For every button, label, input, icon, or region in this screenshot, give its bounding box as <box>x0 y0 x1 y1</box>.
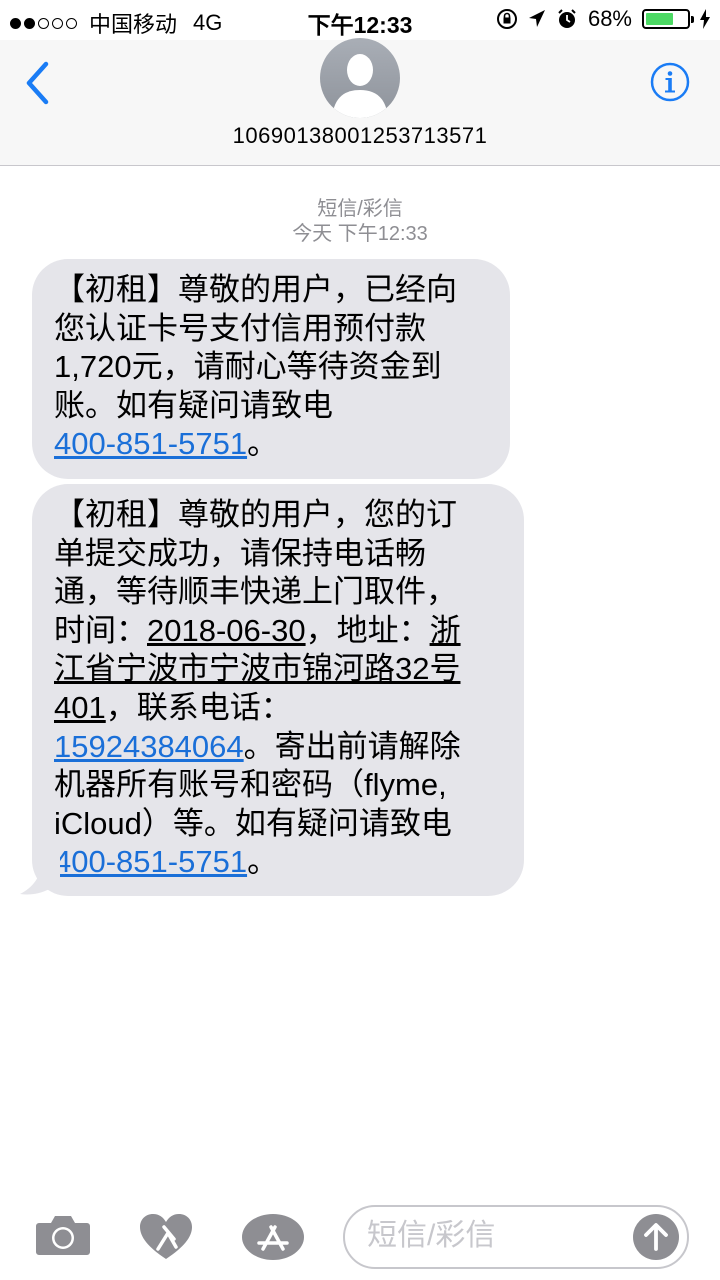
alarm-icon <box>558 9 576 28</box>
message-line: 账。如有疑问请致电 <box>54 387 333 423</box>
message-line: 单提交成功，请保持电话畅 <box>54 535 426 571</box>
app-store-button[interactable] <box>241 1213 304 1260</box>
message-line: 401，联系电话： <box>54 689 504 728</box>
message-input[interactable] <box>367 1219 617 1253</box>
battery-icon <box>642 9 694 29</box>
phone-link[interactable]: 400-851-5751 <box>54 844 247 879</box>
message-text: 。 <box>247 426 279 462</box>
address-link[interactable]: 江省宁波市宁波市锦河路32号 <box>54 651 460 686</box>
contact-avatar[interactable] <box>320 38 400 118</box>
message-line: 【初租】尊敬的用户，您的订 <box>54 497 457 532</box>
message-line: 时间：2018-06-30，地址：浙 <box>54 612 504 651</box>
address-link[interactable]: 401 <box>54 690 106 725</box>
phone-link[interactable]: 400-851-5751 <box>54 426 247 461</box>
back-button[interactable] <box>18 58 58 108</box>
date-link[interactable]: 2018-06-30 <box>147 613 306 648</box>
message-line: 通，等待顺丰快递上门取件， <box>54 574 457 610</box>
status-bar-right: 68% <box>496 6 710 32</box>
message-line: 江省宁波市宁波市锦河路32号 <box>54 650 504 689</box>
info-icon <box>650 62 690 102</box>
message-timestamp: 今天 下午12:33 <box>292 223 428 245</box>
person-silhouette-icon <box>332 54 388 118</box>
chevron-left-icon <box>26 61 49 105</box>
contact-number[interactable]: 10690138001253713571 <box>0 123 720 149</box>
message-bubble[interactable]: 【初租】尊敬的用户，您的订 单提交成功，请保持电话畅 通，等待顺丰快递上门取件，… <box>32 484 524 896</box>
message-line: 机器所有账号和密码（flyme, <box>54 767 447 803</box>
message-line: 400-851-5751。 <box>54 843 504 882</box>
message-text: 。寄出前请解除 <box>243 728 461 764</box>
message-text: 时间： <box>54 612 147 648</box>
digital-touch-button[interactable] <box>138 1213 194 1259</box>
charging-bolt-icon <box>700 9 710 29</box>
message-line: 15924384064。寄出前请解除 <box>54 728 504 767</box>
message-line: 【初租】尊敬的用户，已经向 <box>54 272 457 307</box>
phone-link[interactable]: 15924384064 <box>54 729 244 764</box>
rotation-lock-icon <box>496 9 517 29</box>
address-link[interactable]: 浙 <box>430 613 461 648</box>
compose-bar <box>0 1195 720 1280</box>
message-text: ，联系电话： <box>105 689 292 725</box>
camera-button[interactable] <box>35 1213 91 1257</box>
message-input-container <box>343 1205 689 1269</box>
status-bar: 中国移动 4G 下午12:33 68% <box>0 0 720 40</box>
info-button[interactable] <box>650 62 690 102</box>
message-text: ，地址： <box>305 612 430 648</box>
message-line: 您认证卡号支付信用预付款 <box>54 310 426 346</box>
bubble-tail <box>20 848 60 895</box>
battery-percentage: 68% <box>587 6 632 31</box>
arrow-up-icon <box>644 1223 668 1251</box>
app-store-icon <box>242 1214 304 1260</box>
message-bubble[interactable]: 【初租】尊敬的用户，已经向 您认证卡号支付信用预付款 1,720元，请耐心等待资… <box>32 259 510 479</box>
message-line: 400-851-5751。 <box>54 425 490 464</box>
camera-icon <box>36 1216 90 1255</box>
message-line: iCloud）等。如有疑问请致电 <box>54 805 452 841</box>
conversation-header: 10690138001253713571 <box>0 38 720 166</box>
digital-touch-heart-icon <box>140 1214 192 1259</box>
message-line: 1,720元，请耐心等待资金到 <box>54 349 442 385</box>
battery-level <box>646 13 674 25</box>
message-text: 。 <box>247 844 279 880</box>
location-icon <box>528 10 545 27</box>
send-button[interactable] <box>633 1214 679 1260</box>
